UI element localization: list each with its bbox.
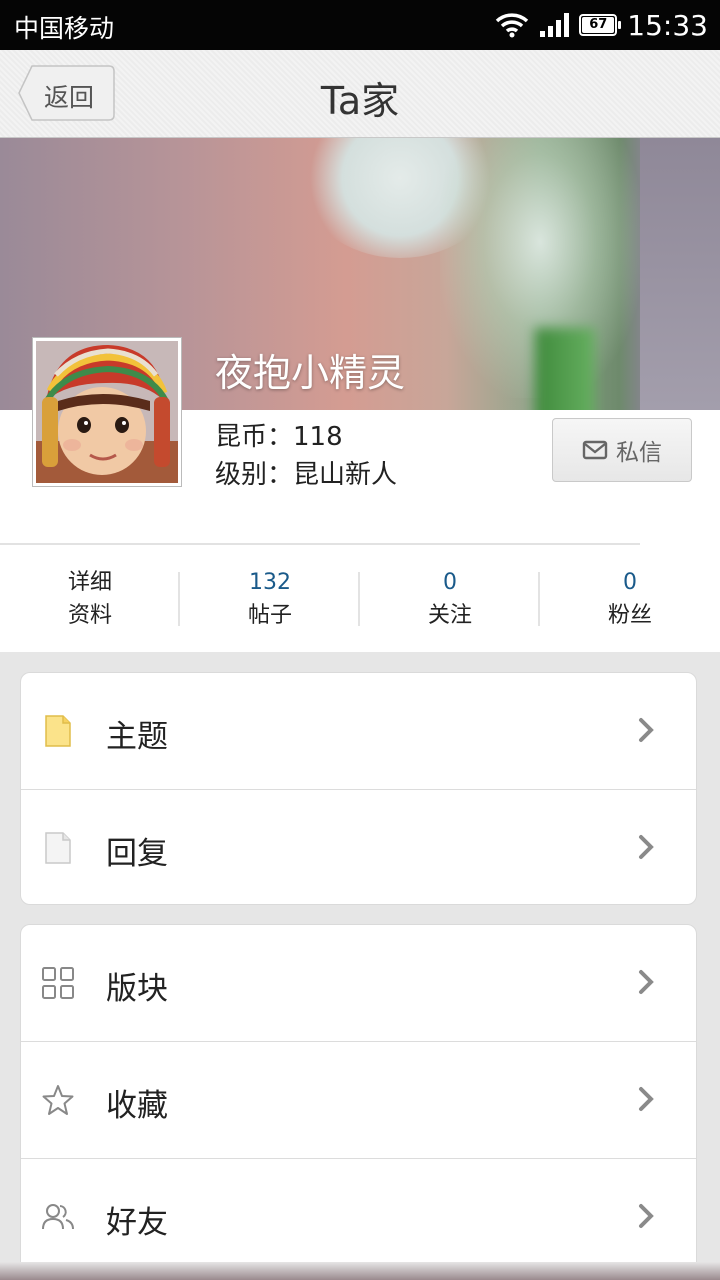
stat-value: 0: [443, 570, 457, 595]
menu-item-favorites[interactable]: 收藏: [21, 1042, 696, 1159]
battery-icon: 67: [579, 14, 622, 36]
menu-item-label: 版块: [106, 971, 168, 1007]
private-message-label: 私信: [616, 440, 662, 466]
stat-value: 0: [623, 570, 637, 595]
user-level: 级别：昆山新人: [215, 460, 398, 490]
stat-label: 关注: [427, 603, 472, 628]
private-message-button[interactable]: 私信: [552, 418, 692, 482]
friends-icon: [42, 1204, 74, 1230]
grid-icon: [42, 967, 74, 999]
menu-item-replies[interactable]: 回复: [21, 790, 696, 904]
reply-icon: [45, 832, 71, 864]
page-title: Ta家: [320, 79, 400, 123]
star-icon: [42, 1085, 74, 1115]
stats-bar: 详细 资料 132 帖子 0 关注 0 粉丝: [0, 566, 720, 636]
stat-top: 详细: [67, 570, 112, 595]
chevron-right-icon: [639, 835, 654, 859]
clock: 15:33: [627, 8, 708, 42]
coin-count: 昆币：118: [215, 422, 343, 452]
bottom-edge: [0, 1262, 720, 1280]
carrier-name: 中国移动: [14, 14, 115, 43]
status-bar: 中国移动 67 15:33: [0, 0, 720, 50]
topic-icon: [45, 715, 71, 747]
envelope-icon: [582, 440, 608, 460]
wifi-icon: [496, 13, 529, 38]
menu-group-posts: 主题 回复: [20, 672, 697, 905]
battery-level: 67: [582, 17, 615, 33]
menu-item-label: 回复: [106, 836, 168, 872]
chevron-right-icon: [639, 1204, 654, 1228]
avatar[interactable]: [33, 338, 181, 486]
stat-followers[interactable]: 0 粉丝: [538, 566, 720, 636]
username: 夜抱小精灵: [215, 351, 406, 395]
menu-item-forums[interactable]: 版块: [21, 925, 696, 1042]
chevron-right-icon: [639, 718, 654, 742]
stat-following[interactable]: 0 关注: [358, 566, 540, 636]
menu-item-topics[interactable]: 主题: [21, 673, 696, 790]
chevron-right-icon: [639, 970, 654, 994]
divider: [0, 543, 640, 545]
stat-label: 粉丝: [607, 603, 652, 628]
stat-posts[interactable]: 132 帖子: [178, 566, 360, 636]
menu-item-label: 收藏: [106, 1088, 168, 1124]
menu-item-friends[interactable]: 好友: [21, 1159, 696, 1276]
menu-item-label: 好友: [106, 1205, 168, 1241]
stat-profile-details[interactable]: 详细 资料: [0, 566, 180, 636]
stat-label: 资料: [67, 603, 112, 628]
menu-group-more: 版块 收藏 好友: [20, 924, 697, 1280]
signal-icon: [540, 13, 570, 37]
menu-item-label: 主题: [106, 719, 168, 755]
stat-value: 132: [249, 570, 291, 595]
stat-label: 帖子: [247, 603, 292, 628]
chevron-right-icon: [639, 1087, 654, 1111]
title-bar: 返回 Ta家: [0, 50, 720, 138]
